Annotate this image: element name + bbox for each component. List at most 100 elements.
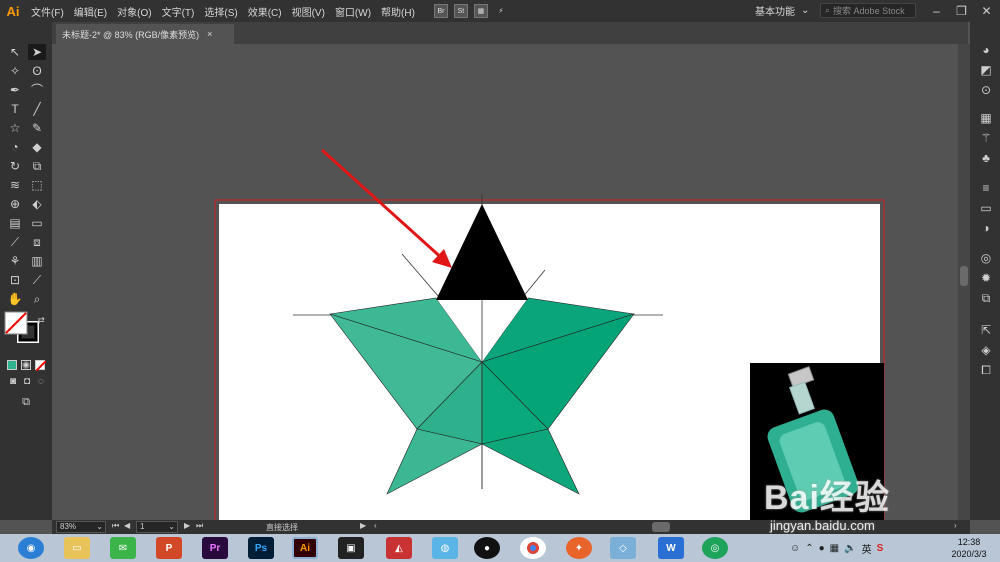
file-explorer-icon[interactable]: ▭ (64, 537, 90, 559)
cc-libraries-icon[interactable]: ⊙ (978, 82, 994, 98)
export-assets-icon[interactable]: ⇱ (978, 322, 994, 338)
app-orange-icon[interactable]: ✦ (566, 537, 592, 559)
restore-icon[interactable]: ❐ (949, 0, 974, 22)
qq-tray-icon[interactable]: ● (819, 543, 825, 554)
screen-mode-icon[interactable]: ⧉ (17, 394, 35, 410)
hand-tool-icon[interactable]: ✋ (6, 291, 24, 307)
live-paint-icon[interactable]: ⬖ (28, 196, 46, 212)
tab-close-icon[interactable]: × (207, 29, 212, 39)
paintbrush-icon[interactable]: ✎ (28, 120, 46, 136)
draw-inside-icon[interactable]: ◌ (32, 374, 50, 390)
status-menu-icon[interactable]: ▶ (360, 521, 366, 530)
color-panel-icon[interactable]: ◕ (978, 42, 994, 58)
document-tab[interactable]: 未标题-2* @ 83% (RGB/像素预览) × (56, 24, 234, 44)
sogou-ime-icon[interactable]: S (877, 543, 884, 554)
stock-button[interactable]: St (453, 4, 468, 18)
vertical-scrollbar[interactable] (958, 44, 970, 520)
gpu-performance-icon[interactable]: ⚡ (494, 4, 508, 18)
people-icon[interactable]: ☺ (790, 543, 800, 554)
swatches-icon[interactable]: ▦ (978, 110, 994, 126)
symbols-icon[interactable]: ♣ (978, 150, 994, 166)
menu-file[interactable]: 文件(F) (26, 4, 69, 19)
photoshop-icon[interactable]: Ps (248, 537, 274, 559)
close-icon[interactable]: ✕ (974, 0, 999, 22)
artboard-number-select[interactable]: 1 ⌄ (136, 521, 178, 533)
horizontal-scroll-thumb[interactable] (652, 522, 670, 532)
prev-artboard-icon[interactable]: ◀ (124, 521, 130, 530)
eraser-icon[interactable]: ◆ (28, 139, 46, 155)
symbol-sprayer-icon[interactable]: ⚘ (6, 253, 24, 269)
menu-effect[interactable]: 效果(C) (243, 4, 287, 19)
menu-window[interactable]: 窗口(W) (330, 4, 376, 19)
artboards-icon[interactable]: ⧠ (978, 362, 994, 378)
shaper-tool-icon[interactable]: ◔ (6, 139, 24, 155)
none-mode-icon[interactable] (35, 360, 46, 371)
shape-builder-icon[interactable]: ⊕ (6, 196, 24, 212)
illustrator-icon[interactable]: Ai (292, 537, 318, 559)
eyedropper-icon[interactable]: ⟋ (6, 234, 24, 250)
menu-object[interactable]: 对象(O) (112, 4, 156, 19)
gradient-tool-icon[interactable]: ▭ (28, 215, 46, 231)
layers-icon[interactable]: ◈ (978, 342, 994, 358)
premiere-icon[interactable]: Pr (202, 537, 228, 559)
app-blue-icon[interactable]: ◍ (432, 537, 458, 559)
zoom-tool-icon[interactable]: ⌕ (28, 291, 46, 307)
pen-tool-icon[interactable]: ✒ (6, 82, 24, 98)
zoom-select[interactable]: 83% ⌄ (56, 521, 106, 533)
minimize-icon[interactable]: – (924, 0, 949, 22)
input-lang[interactable]: 英 (862, 541, 872, 556)
last-artboard-icon[interactable]: ⏭ (196, 521, 203, 531)
stroke-panel-icon[interactable]: ≡ (978, 180, 994, 196)
transparency-icon[interactable]: ◑ (978, 220, 994, 236)
direct-selection-tool-icon[interactable]: ➤ (28, 44, 46, 60)
scroll-left-icon[interactable]: ‹ (374, 521, 377, 530)
canvas-area[interactable] (52, 44, 958, 534)
chrome-icon[interactable] (520, 537, 546, 559)
line-tool-icon[interactable]: ╱ (28, 101, 46, 117)
appearance-icon[interactable]: ◎ (978, 250, 994, 266)
arrange-documents-icon[interactable]: ▦ (473, 4, 488, 18)
app-green-icon[interactable]: ◎ (702, 537, 728, 559)
color-mode-icon[interactable] (7, 360, 17, 370)
vertical-scroll-thumb[interactable] (960, 266, 968, 286)
wechat-icon[interactable]: ✉ (110, 537, 136, 559)
video-editor-icon[interactable]: ▣ (338, 537, 364, 559)
next-artboard-icon[interactable]: ▶ (184, 521, 190, 530)
graph-tool-icon[interactable]: ▥ (28, 253, 46, 269)
slice-tool-icon[interactable]: ⟋ (28, 272, 46, 288)
color-guide-icon[interactable]: ◩ (978, 62, 994, 78)
star-tool-icon[interactable]: ☆ (6, 120, 24, 136)
app-glass-icon[interactable]: ◇ (610, 537, 636, 559)
lasso-icon[interactable]: ʘ (28, 63, 46, 79)
tray-expand-icon[interactable]: ⌃ (805, 543, 813, 554)
swap-fill-stroke-icon[interactable]: ⇄ (32, 312, 50, 328)
menu-edit[interactable]: 编辑(E) (69, 4, 112, 19)
type-tool-icon[interactable]: T (6, 101, 24, 117)
volume-icon[interactable]: 🔈 (844, 543, 856, 554)
warp-tool-icon[interactable]: ≋ (6, 177, 24, 193)
brushes-icon[interactable]: ⚚ (978, 130, 994, 146)
selection-tool-icon[interactable]: ↖ (6, 44, 24, 60)
scale-tool-icon[interactable]: ⧉ (28, 158, 46, 174)
artboard-tool-icon[interactable]: ⊡ (6, 272, 24, 288)
stock-search-input[interactable]: ⌕ 搜索 Adobe Stock (820, 3, 916, 18)
qq-icon[interactable]: ● (474, 537, 500, 559)
gradient-panel-icon[interactable]: ▭ (978, 200, 994, 216)
menu-select[interactable]: 选择(S) (199, 4, 242, 19)
wps-icon[interactable]: W (658, 537, 684, 559)
menu-help[interactable]: 帮助(H) (376, 4, 420, 19)
rotate-tool-icon[interactable]: ↻ (6, 158, 24, 174)
clock[interactable]: 12:38 2020/3/3 (940, 536, 998, 560)
start-button-icon[interactable]: ◉ (18, 537, 44, 559)
perspective-grid-icon[interactable]: ▤ (6, 215, 24, 231)
app-red-icon[interactable]: ◭ (386, 537, 412, 559)
bridge-button[interactable]: Br (433, 4, 448, 18)
align-panel-icon[interactable]: ⧉ (978, 290, 994, 306)
workspace-switcher[interactable]: 基本功能 ⌄ (755, 3, 809, 18)
free-transform-icon[interactable]: ⬚ (28, 177, 46, 193)
network-icon[interactable]: ▦ (830, 543, 839, 554)
blend-tool-icon[interactable]: ⧈ (28, 234, 46, 250)
menu-view[interactable]: 视图(V) (287, 4, 330, 19)
magic-wand-icon[interactable]: ✧ (6, 63, 24, 79)
first-artboard-icon[interactable]: ⏮ (112, 521, 119, 531)
